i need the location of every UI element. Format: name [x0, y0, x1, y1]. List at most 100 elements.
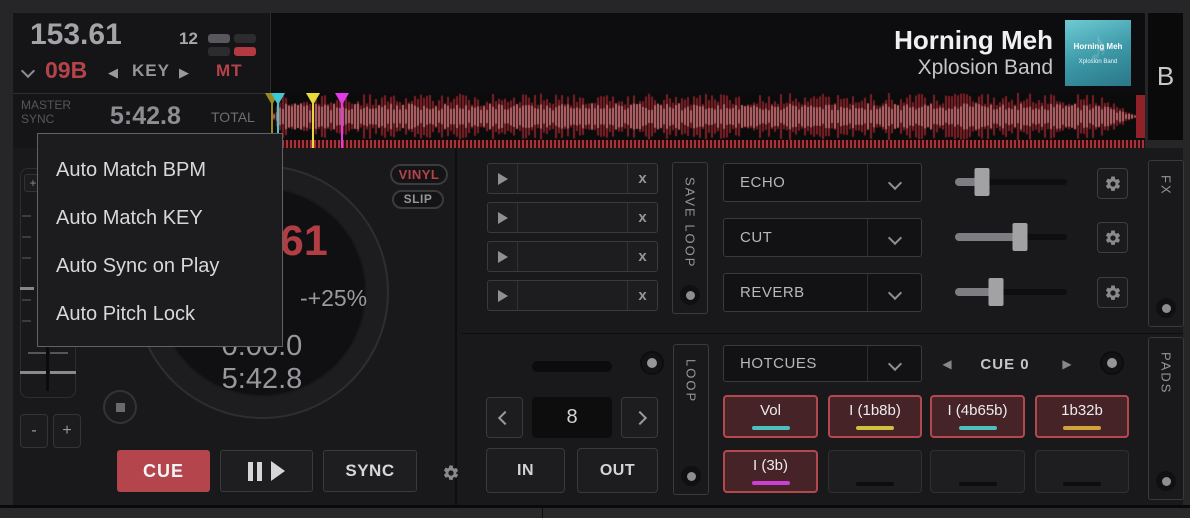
loop-size-display[interactable]: 8: [532, 397, 612, 438]
play-icon: [498, 251, 508, 263]
sample-play-button[interactable]: [488, 203, 518, 232]
fx-amount-slider-1[interactable]: [955, 168, 1067, 196]
deck-letter: B: [1148, 13, 1183, 140]
pitch-handle[interactable]: [20, 371, 46, 374]
sample-clear-button[interactable]: x: [627, 242, 657, 271]
cue-set-toggle[interactable]: [1100, 351, 1124, 375]
key-label: KEY: [132, 61, 170, 81]
hotcue-pad-8[interactable]: [1035, 450, 1129, 493]
bpm-display: 153.61: [30, 18, 122, 52]
pitch-minus-button[interactable]: -: [20, 414, 48, 448]
hotcue-pad-6[interactable]: [828, 450, 922, 493]
total-time-display: 5:42.8: [110, 102, 181, 131]
sample-play-button[interactable]: [488, 164, 518, 193]
loop-indicator[interactable]: [681, 466, 701, 486]
hotcue-pad-7[interactable]: [930, 450, 1025, 493]
loop-half-button[interactable]: [486, 397, 523, 438]
pitch-tick: [22, 320, 31, 322]
loop-in-button[interactable]: IN: [486, 448, 565, 493]
stop-button[interactable]: [103, 390, 137, 424]
fx-select-3[interactable]: REVERB: [723, 273, 922, 312]
hotcue-pad-1[interactable]: Vol: [723, 395, 818, 438]
hotcue-pad-3[interactable]: I (4b65b): [930, 395, 1025, 438]
deck-info-panel: 153.61 12 09B ◀ KEY ▶ MT MASTER SYNC 5:4…: [13, 13, 270, 148]
slider-thumb[interactable]: [989, 278, 1004, 306]
pitch-tick-zero: [20, 287, 34, 290]
waveform[interactable]: [270, 93, 1145, 140]
pitch-plus-button[interactable]: +: [53, 414, 81, 448]
loop-active-toggle[interactable]: [640, 351, 664, 375]
play-pause-button[interactable]: [220, 450, 313, 492]
sample-slot[interactable]: [518, 242, 627, 271]
fx-settings-button-1[interactable]: [1097, 168, 1128, 199]
total-label[interactable]: TOTAL: [211, 109, 255, 125]
loop-tab[interactable]: LOOP: [673, 344, 709, 495]
menu-item-auto-pitch-lock[interactable]: Auto Pitch Lock: [38, 290, 282, 338]
menu-item-auto-sync-on-play[interactable]: Auto Sync on Play: [38, 242, 282, 290]
fx-tab[interactable]: FX: [1148, 160, 1184, 327]
key-prev-icon[interactable]: ◀: [108, 65, 118, 81]
hotcue-pad-5[interactable]: I (3b): [723, 450, 818, 493]
vinyl-mode-toggle[interactable]: VINYL: [390, 164, 448, 185]
cue-selector-label: CUE 0: [962, 356, 1048, 373]
jog-total-time: 5:42.8: [137, 363, 387, 396]
pitch-handle[interactable]: [50, 371, 76, 374]
cue-button[interactable]: CUE: [117, 450, 210, 492]
fx-select-2[interactable]: CUT: [723, 218, 922, 257]
pads-indicator[interactable]: [1156, 471, 1176, 491]
chevron-down-icon[interactable]: [21, 64, 35, 78]
section-divider-horizontal: [462, 333, 1183, 334]
cue-prev-button[interactable]: ◀: [936, 357, 958, 371]
beat-pill: [234, 47, 256, 56]
beatgrid-strip[interactable]: [270, 140, 1145, 148]
section-divider-vertical: [455, 148, 457, 505]
key-next-icon[interactable]: ▶: [179, 65, 189, 81]
sample-clear-button[interactable]: x: [627, 164, 657, 193]
sample-slot[interactable]: [518, 164, 627, 193]
sync-button[interactable]: SYNC: [323, 450, 417, 492]
sample-clear-button[interactable]: x: [627, 281, 657, 310]
loop-out-button[interactable]: OUT: [577, 448, 658, 493]
pads-mode-label: HOTCUES: [724, 355, 867, 372]
pads-tab-label: PADS: [1159, 352, 1174, 394]
slider-thumb[interactable]: [974, 168, 989, 196]
pad-color-bar: [856, 482, 894, 486]
key-display[interactable]: 09B: [45, 57, 87, 84]
hotcue-pad-2[interactable]: I (1b8b): [828, 395, 922, 438]
menu-item-auto-match-key[interactable]: Auto Match KEY: [38, 194, 282, 242]
pads-tab[interactable]: PADS: [1148, 337, 1184, 500]
fx-indicator[interactable]: [1156, 298, 1176, 318]
sample-play-button[interactable]: [488, 281, 518, 310]
pitch-handle-mark: [28, 352, 46, 354]
jog-pitch-range: -+25%: [300, 285, 367, 312]
cue-next-button[interactable]: ▶: [1056, 357, 1078, 371]
track-info-panel: Horning Meh Xplosion Band ♪ Horning Meh …: [270, 13, 1145, 93]
pad-label: I (1b8b): [849, 402, 901, 419]
sample-play-button[interactable]: [488, 242, 518, 271]
fx-settings-button-2[interactable]: [1097, 222, 1128, 253]
stop-icon: [116, 403, 125, 412]
pitch-tick: [22, 257, 31, 259]
mixer-strip-divider: [542, 508, 543, 518]
fx-amount-slider-2[interactable]: [955, 223, 1067, 251]
album-art-artist: Xplosion Band: [1079, 59, 1118, 65]
save-loop-tab[interactable]: SAVE LOOP: [672, 162, 708, 314]
fx-amount-slider-3[interactable]: [955, 278, 1067, 306]
beat-count: 12: [179, 29, 198, 49]
sample-slot[interactable]: [518, 203, 627, 232]
fx-settings-button-3[interactable]: [1097, 277, 1128, 308]
sample-slot[interactable]: [518, 281, 627, 310]
pads-mode-select[interactable]: HOTCUES: [723, 345, 922, 382]
deck-settings-gear-icon[interactable]: [442, 464, 460, 487]
master-tempo-toggle[interactable]: MT: [216, 61, 243, 81]
menu-item-auto-match-bpm[interactable]: Auto Match BPM: [38, 146, 282, 194]
slip-mode-toggle[interactable]: SLIP: [392, 190, 444, 209]
slider-thumb[interactable]: [1012, 223, 1027, 251]
loop-sample-row: x: [487, 163, 658, 194]
loop-double-button[interactable]: [621, 397, 658, 438]
save-loop-indicator[interactable]: [680, 285, 700, 305]
fx-select-1[interactable]: ECHO: [723, 163, 922, 202]
loop-length-bar[interactable]: [532, 361, 612, 372]
hotcue-pad-4[interactable]: 1b32b: [1035, 395, 1129, 438]
sample-clear-button[interactable]: x: [627, 203, 657, 232]
